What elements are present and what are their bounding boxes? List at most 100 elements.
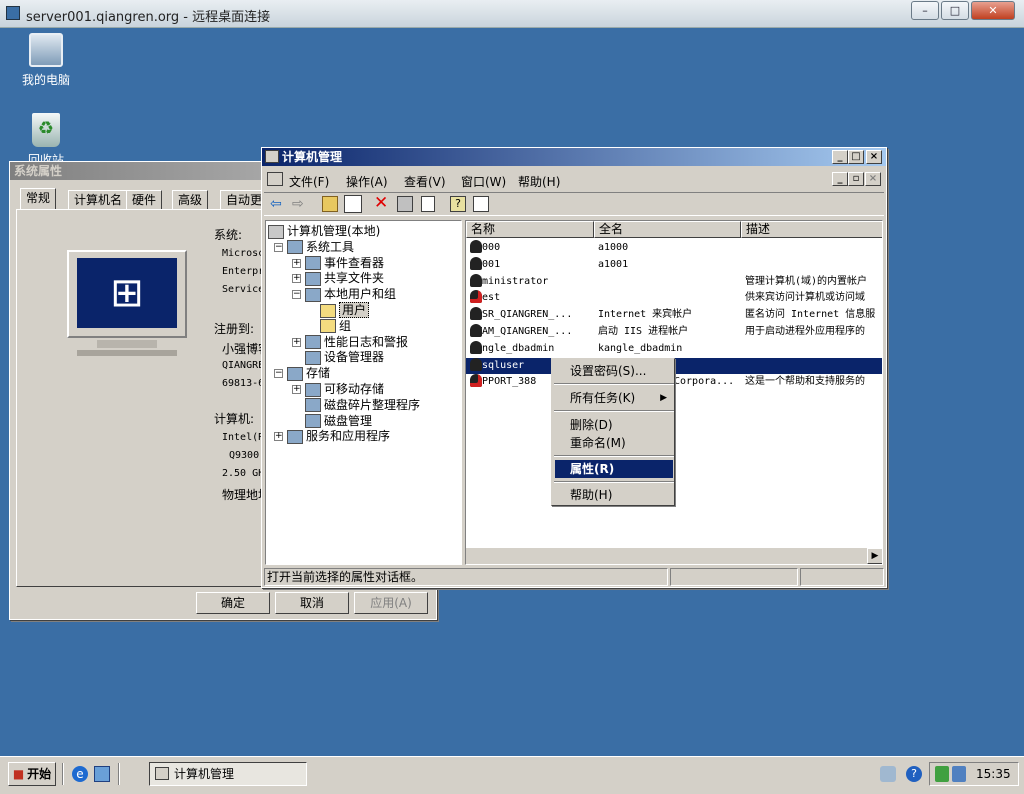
taskbar-button-computer-management[interactable]: 计算机管理 (149, 762, 307, 786)
minimize-button[interactable]: – (911, 1, 939, 20)
network-status-icon[interactable] (952, 766, 966, 782)
tree-node[interactable]: + 事件查看器 (292, 255, 384, 271)
tree-node[interactable]: 设备管理器 (292, 349, 384, 365)
description-icon[interactable] (473, 196, 489, 212)
child-close-button[interactable]: × (865, 172, 881, 186)
menu-window[interactable]: 窗口(W) (461, 173, 506, 190)
menu-separator (554, 410, 674, 412)
maximize-button[interactable]: □ (941, 1, 969, 20)
column-name[interactable]: 名称 (466, 221, 594, 238)
tree-node[interactable]: − 本地用户和组 (292, 286, 396, 302)
menu-delete[interactable]: 删除(D) (555, 416, 673, 434)
cancel-button[interactable]: 取消 (275, 592, 349, 614)
taskbar-separator (62, 763, 64, 785)
tree-node[interactable]: 磁盘碎片整理程序 (292, 397, 420, 413)
close-button[interactable]: ✕ (971, 1, 1015, 20)
tab-advanced[interactable]: 高级 (172, 190, 209, 210)
menu-rename[interactable]: 重命名(M) (555, 434, 673, 452)
expand-collapse-icon[interactable]: + (292, 274, 301, 284)
snapin-icon (305, 398, 321, 413)
properties-icon[interactable] (397, 196, 413, 212)
expand-collapse-icon[interactable]: − (274, 369, 283, 379)
tab-computer-name[interactable]: 计算机名 (68, 190, 129, 210)
back-arrow-icon[interactable]: ⇦ (270, 196, 282, 212)
tab-general[interactable]: 常规 (20, 188, 57, 210)
tree-node[interactable]: 计算机管理(本地) (268, 223, 380, 239)
user-icon (470, 307, 482, 321)
ok-button[interactable]: 确定 (196, 592, 270, 614)
expand-collapse-icon[interactable]: + (292, 337, 301, 347)
child-restore-button[interactable]: ▫ (848, 172, 864, 186)
console-tree[interactable]: 计算机管理(本地) − 系统工具 + 事件查看器 + 共享文件夹 − 本地用户和组 用户组 + 性能日… (265, 220, 462, 565)
up-folder-icon[interactable] (322, 196, 338, 212)
tree-node[interactable]: + 性能日志和警报 (292, 334, 408, 350)
help-icon[interactable]: ? (450, 196, 466, 212)
computer-management-title: 计算机管理 (282, 150, 343, 164)
system-line: Enterpr (222, 266, 265, 277)
menu-set-password[interactable]: 设置密码(S)... (555, 362, 673, 380)
start-button[interactable]: ■ 开始 (8, 762, 56, 786)
my-computer-shortcut[interactable]: 我的电脑 (6, 33, 86, 88)
tab-hardware[interactable]: 硬件 (126, 190, 163, 210)
tree-node[interactable]: + 可移动存储 (292, 381, 384, 397)
user-row[interactable]: a1000 a1000 (466, 240, 882, 256)
user-description: 管理计算机(域)的内置帐户 (745, 275, 868, 287)
menu-help[interactable]: 帮助(H) (518, 173, 560, 190)
expand-collapse-icon[interactable]: − (274, 242, 283, 252)
user-name-cell: kangle_dbadmin (470, 340, 555, 357)
folder-icon (320, 303, 336, 318)
recycle-bin-shortcut[interactable]: ♻ 回收站 (6, 113, 86, 168)
user-row[interactable]: kangle_dbadmin kangle_dbadmin (466, 340, 882, 357)
child-minimize-button[interactable]: _ (832, 172, 848, 186)
forward-arrow-icon[interactable]: ⇨ (292, 196, 304, 212)
help-tray-icon[interactable]: ? (906, 766, 922, 782)
menu-view[interactable]: 查看(V) (404, 173, 446, 190)
mmc-minimize-button[interactable]: _ (832, 150, 848, 164)
tree-node[interactable]: − 存储 (274, 365, 330, 381)
mmc-menu-icon[interactable] (267, 172, 283, 186)
menu-all-tasks[interactable]: 所有任务(K) ▶ (555, 389, 673, 407)
column-full-name[interactable]: 全名 (594, 221, 741, 238)
user-row[interactable]: Guest 供来宾访问计算机或访问域 (466, 290, 882, 306)
column-description[interactable]: 描述 (741, 221, 882, 238)
recycle-bin-icon: ♻ (32, 113, 60, 147)
rdp-app-icon (6, 6, 20, 20)
computer-management-titlebar[interactable]: 计算机管理 _ □ × (262, 148, 886, 166)
delete-icon[interactable]: ✕ (374, 193, 388, 213)
user-full-name: Corpora... (674, 376, 735, 388)
menu-properties[interactable]: 属性(R) (555, 460, 673, 478)
user-row[interactable]: a1001 a1001 (466, 256, 882, 273)
menu-action[interactable]: 操作(A) (346, 173, 388, 190)
tree-node[interactable]: 组 (320, 318, 351, 334)
expand-collapse-icon[interactable]: + (292, 385, 301, 394)
mmc-close-button[interactable]: × (866, 150, 882, 164)
user-icon (470, 357, 482, 371)
tree-node[interactable]: 用户 (320, 302, 370, 318)
show-hide-tree-icon[interactable] (344, 195, 362, 213)
context-menu[interactable]: 设置密码(S)... 所有任务(K) ▶ 删除(D) 重命名(M) 属性(R) 帮… (551, 358, 675, 506)
show-desktop-icon[interactable] (94, 766, 110, 782)
expand-collapse-icon[interactable]: + (292, 258, 301, 268)
internet-explorer-icon[interactable]: e (72, 766, 88, 782)
network-icon[interactable] (880, 766, 896, 782)
user-row[interactable]: IWAM_QIANGREN_... 启动 IIS 进程帐户 用于启动进程外应用程序的 (466, 324, 882, 340)
user-name: kangle_dbadmin (470, 342, 555, 354)
export-list-icon[interactable] (421, 196, 435, 212)
expand-collapse-icon[interactable]: + (274, 432, 283, 442)
registered-label: 注册到: (214, 322, 255, 336)
tray-icon[interactable] (935, 766, 949, 782)
expand-collapse-icon[interactable]: − (292, 290, 301, 300)
rdp-title-bar[interactable]: server001.qiangren.org - 远程桌面连接 – □ ✕ (0, 0, 1024, 28)
mmc-maximize-button[interactable]: □ (848, 150, 864, 164)
menu-help-item[interactable]: 帮助(H) (555, 486, 673, 504)
horizontal-scrollbar[interactable]: ▶ (466, 548, 882, 564)
scroll-right-icon[interactable]: ▶ (867, 548, 882, 564)
tree-node[interactable]: − 系统工具 (274, 239, 354, 255)
user-row[interactable]: IUSR_QIANGREN_... Internet 来宾帐户 匿名访问 Inter… (466, 307, 882, 323)
menu-file[interactable]: 文件(F) (289, 173, 329, 190)
apply-button[interactable]: 应用(A) (354, 592, 428, 614)
user-row[interactable]: Administrator 管理计算机(域)的内置帐户 (466, 273, 882, 290)
tree-node[interactable]: 磁盘管理 (292, 413, 372, 429)
tree-node[interactable]: + 共享文件夹 (292, 270, 384, 286)
tree-node[interactable]: + 服务和应用程序 (274, 428, 390, 444)
